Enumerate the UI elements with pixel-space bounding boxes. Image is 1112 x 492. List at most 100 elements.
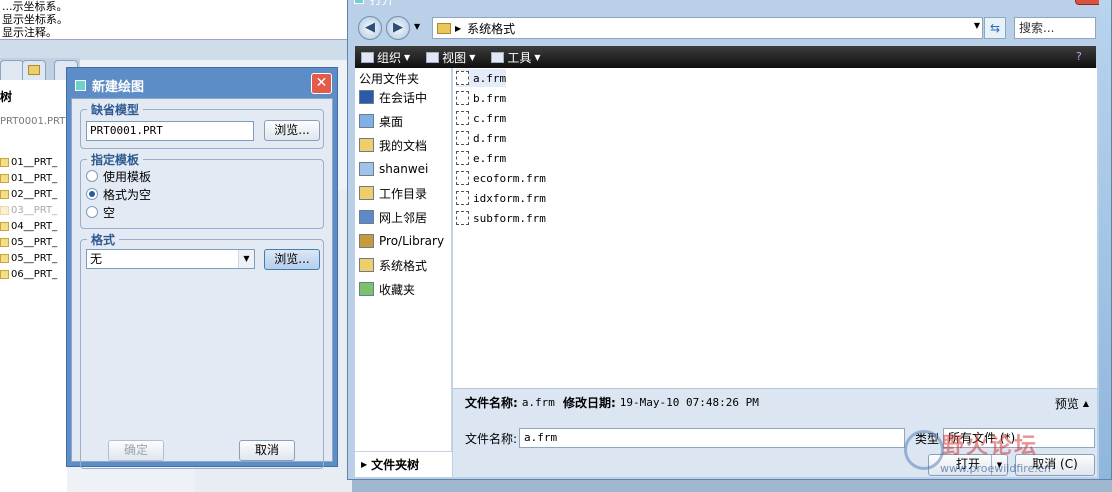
template-legend: 指定模板 — [87, 151, 144, 168]
tree-row[interactable]: 06__PRT_ — [0, 266, 57, 282]
tree-row[interactable]: 04__PRT_ — [0, 218, 57, 234]
default-model-browse-button[interactable]: 浏览... — [264, 120, 320, 141]
nav-item-network[interactable]: 网上邻居 — [359, 206, 427, 228]
nav-item-my-documents[interactable]: 我的文档 — [359, 134, 427, 156]
nav-item-system-formats[interactable]: 系统格式 — [359, 254, 427, 276]
tree-row[interactable]: 05__PRT_ — [0, 250, 57, 266]
navigator-tab-model-tree[interactable] — [0, 60, 24, 80]
nav-item-desktop[interactable]: 桌面 — [359, 110, 403, 132]
close-icon: ✕ — [315, 75, 328, 91]
expand-arrow-icon: ▶ — [361, 460, 368, 469]
dropdown-arrow-icon[interactable]: ▼ — [238, 250, 254, 268]
format-group: 格式 无 ▼ 浏览... — [80, 231, 324, 469]
radio-use-template[interactable]: 使用模板 — [86, 168, 151, 184]
file-icon — [456, 171, 469, 185]
dialog-right-edge — [1099, 0, 1111, 479]
open-file-dialog: 打开 ◀ ▶ ▼ ▶ 系统格式 ▼ ⇆ 搜索... 组织▼ 视图▼ 工具▼ ? … — [347, 0, 1112, 480]
close-button[interactable]: ✕ — [311, 73, 332, 94]
background-strip — [0, 40, 352, 60]
model-tree-root[interactable]: PRT0001.PRT — [0, 116, 65, 127]
open-dialog-title: 打开 — [370, 0, 394, 8]
file-icon — [456, 191, 469, 205]
ok-button[interactable]: 确定 — [108, 440, 164, 461]
open-button[interactable]: 打开 ▼ — [928, 454, 1008, 476]
preview-toggle[interactable]: 预览 ▲ — [1055, 395, 1089, 412]
dialog-body: 缺省模型 PRT0001.PRT 浏览... 指定模板 使用模板 格式为空 空 … — [71, 98, 333, 469]
details-date-value: 19-May-10 07:48:26 PM — [619, 396, 759, 409]
file-type-select[interactable]: 所有文件 (*) — [943, 428, 1095, 448]
nav-item-working-directory[interactable]: 工作目录 — [359, 182, 427, 204]
file-item[interactable]: a.frm — [456, 69, 507, 87]
radio-empty[interactable]: 空 — [86, 204, 115, 220]
organize-menu[interactable]: 组织 ▼ — [361, 49, 410, 66]
history-dropdown-icon[interactable]: ▼ — [414, 22, 420, 31]
file-icon — [456, 71, 469, 85]
address-dropdown-icon[interactable]: ▼ — [974, 21, 980, 30]
file-item[interactable]: subform.frm — [456, 209, 546, 227]
cancel-button[interactable]: 取消 — [239, 440, 295, 461]
forward-button[interactable]: ▶ — [386, 16, 410, 40]
refresh-button[interactable]: ⇆ — [984, 17, 1006, 39]
file-item[interactable]: d.frm — [456, 129, 506, 147]
format-legend: 格式 — [87, 231, 120, 248]
tools-menu[interactable]: 工具 ▼ — [491, 49, 541, 66]
part-icon — [0, 269, 9, 279]
app-icon — [75, 79, 86, 91]
radio-dot-selected — [86, 188, 98, 200]
tree-row[interactable]: 03__PRT_ — [0, 202, 57, 218]
tree-row[interactable]: 01__PRT_ — [0, 154, 57, 170]
file-item[interactable]: b.frm — [456, 89, 506, 107]
help-icon[interactable]: ? — [1076, 50, 1090, 64]
library-icon — [359, 234, 374, 248]
radio-empty-with-format[interactable]: 格式为空 — [86, 186, 151, 202]
part-icon — [0, 237, 9, 247]
file-item[interactable]: c.frm — [456, 109, 506, 127]
message-line: 显示坐标系。 — [2, 13, 68, 26]
address-bar[interactable]: ▶ 系统格式 ▼ — [432, 17, 983, 39]
radio-dot — [86, 170, 98, 182]
nav-item-pro-library[interactable]: Pro/Library — [359, 230, 444, 252]
file-item[interactable]: ecoform.frm — [456, 169, 546, 187]
desktop-icon — [359, 114, 374, 128]
chevron-down-icon: ▼ — [534, 52, 541, 62]
breadcrumb-current-folder[interactable]: 系统格式 — [467, 20, 515, 37]
breadcrumb-arrow-icon[interactable]: ▶ — [455, 24, 461, 33]
chevron-down-icon[interactable]: ▼ — [991, 455, 1007, 475]
chevron-up-icon: ▲ — [1082, 399, 1089, 408]
app-icon — [354, 0, 364, 4]
part-icon — [0, 157, 9, 167]
message-line: ...示坐标系。 — [2, 0, 68, 13]
search-input[interactable]: 搜索... — [1014, 17, 1096, 39]
folder-tree-toggle[interactable]: ▶ 文件夹树 — [355, 451, 452, 477]
format-combo[interactable]: 无 ▼ — [86, 249, 255, 269]
documents-icon — [359, 138, 374, 152]
format-browse-button[interactable]: 浏览... — [264, 249, 320, 270]
navigator-tab-folder[interactable] — [22, 60, 46, 80]
file-list: a.frm b.frm c.frm d.frm e.frm ecoform.fr… — [453, 68, 1097, 388]
file-item[interactable]: e.frm — [456, 149, 506, 167]
computer-icon — [359, 162, 374, 176]
tools-icon — [491, 51, 505, 63]
back-button[interactable]: ◀ — [358, 16, 382, 40]
cancel-button[interactable]: 取消 (C) — [1015, 454, 1095, 476]
model-tree-title: 树 — [0, 90, 13, 104]
dialog-title-bar[interactable]: 新建绘图 — [71, 72, 333, 98]
default-model-field[interactable]: PRT0001.PRT — [86, 121, 254, 141]
tree-row[interactable]: 05__PRT_ — [0, 234, 57, 250]
command-toolbar: 组织 ▼ 视图 ▼ 工具 ▼ ? — [355, 46, 1096, 68]
nav-item-in-session[interactable]: 在会话中 — [359, 86, 427, 108]
details-name-value: a.frm — [521, 396, 555, 409]
open-dialog-title-bar[interactable]: 打开 — [354, 0, 394, 7]
nav-item-shanwei[interactable]: shanwei — [359, 158, 428, 180]
nav-item-favorites[interactable]: 收藏夹 — [359, 278, 415, 300]
chevron-down-icon: ▼ — [404, 52, 411, 62]
filename-input[interactable]: a.frm — [519, 428, 905, 448]
model-tree-panel: 树 PRT0001.PRT 01__PRT_ 01__PRT_ 02__PRT_… — [0, 80, 67, 492]
monitor-icon — [359, 90, 374, 104]
tree-row[interactable]: 01__PRT_ — [0, 170, 57, 186]
views-icon — [426, 51, 440, 63]
tree-row[interactable]: 02__PRT_ — [0, 186, 57, 202]
views-menu[interactable]: 视图 ▼ — [426, 49, 475, 66]
dialog-title: 新建绘图 — [92, 79, 145, 95]
file-item[interactable]: idxform.frm — [456, 189, 546, 207]
